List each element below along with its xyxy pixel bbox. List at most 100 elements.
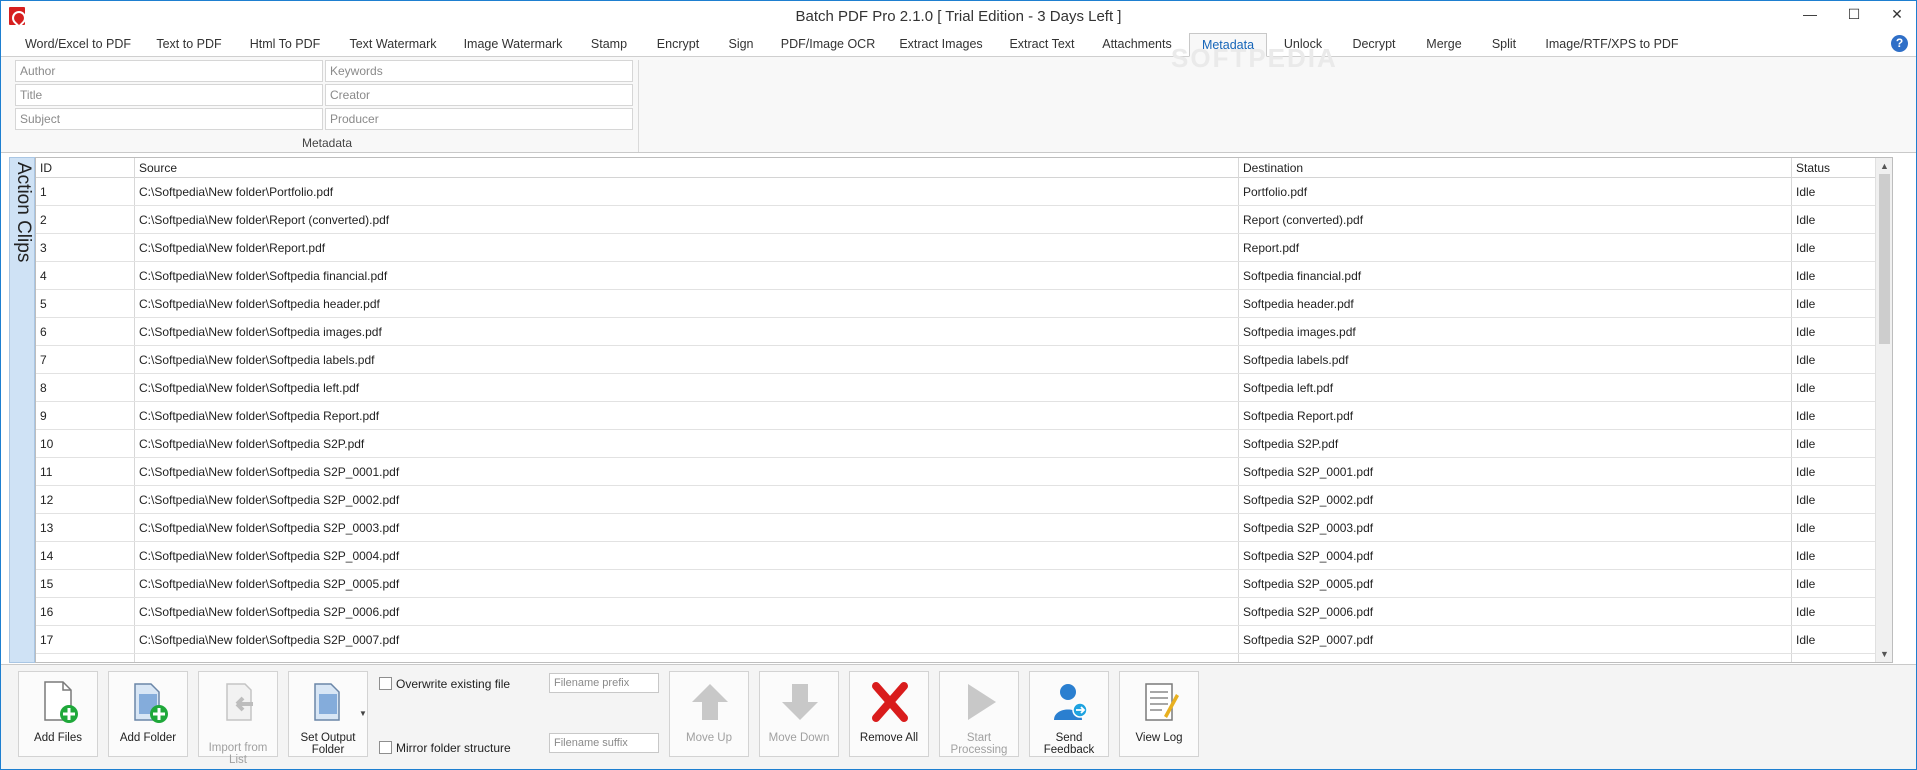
row-destination: Softpedia S2P_0007.pdf — [1243, 633, 1374, 647]
tab-text-watermark[interactable]: Text Watermark — [339, 33, 447, 57]
row-source: C:\Softpedia\New folder\Softpedia header… — [139, 297, 380, 311]
table-scrollbar[interactable]: ▲ ▼ — [1875, 158, 1892, 662]
table-row[interactable]: 1 C:\Softpedia\New folder\Portfolio.pdf Po… — [36, 178, 1892, 206]
import-from-list-button[interactable]: Import from List — [198, 671, 278, 766]
checkbox-box[interactable] — [379, 741, 392, 754]
table-row[interactable]: 4 C:\Softpedia\New folder\Softpedia finan… — [36, 262, 1892, 290]
start-processing-label: Start Processing — [950, 732, 1008, 756]
minimize-button[interactable]: — — [1792, 3, 1828, 25]
row-id: 15 — [40, 577, 54, 591]
overwrite-existing-checkbox[interactable]: Overwrite existing file — [379, 677, 510, 691]
column-header-source[interactable]: Source — [135, 161, 1235, 175]
table-row[interactable]: 14 C:\Softpedia\New folder\Softpedia S2P_… — [36, 542, 1892, 570]
filename-prefix-input[interactable]: Filename prefix — [549, 673, 659, 693]
subject-field[interactable]: Subject — [15, 108, 323, 130]
table-row[interactable]: 3 C:\Softpedia\New folder\Report.pdf Repor… — [36, 234, 1892, 262]
tab-split[interactable]: Split — [1479, 33, 1529, 57]
scroll-up-arrow[interactable]: ▲ — [1876, 158, 1892, 174]
row-id: 1 — [40, 185, 47, 199]
row-id: 13 — [40, 521, 54, 535]
metadata-group: Author Keywords Title Creator Subject Pr… — [15, 60, 639, 152]
add-folder-button[interactable]: Add Folder — [108, 671, 188, 757]
column-header-status[interactable]: Status — [1792, 161, 1872, 175]
table-row[interactable]: 11 C:\Softpedia\New folder\Softpedia S2P_… — [36, 458, 1892, 486]
tab-image-rtf-xps-to-pdf[interactable]: Image/RTF/XPS to PDF — [1537, 33, 1687, 57]
table-row[interactable]: 6 C:\Softpedia\New folder\Softpedia image… — [36, 318, 1892, 346]
output-folder-dropdown-arrow[interactable]: ▼ — [359, 709, 367, 718]
row-source: C:\Softpedia\New folder\Softpedia S2P_00… — [139, 549, 400, 563]
table-row[interactable]: 7 C:\Softpedia\New folder\Softpedia label… — [36, 346, 1892, 374]
start-processing-button[interactable]: Start Processing — [939, 671, 1019, 757]
row-destination: Softpedia S2P.pdf — [1243, 437, 1339, 451]
arrow-down-icon — [782, 684, 818, 720]
action-clips-panel[interactable]: Action Clips — [9, 157, 35, 663]
mirror-folder-checkbox[interactable]: Mirror folder structure — [379, 741, 511, 755]
tab-sign[interactable]: Sign — [717, 33, 765, 57]
tab-stamp[interactable]: Stamp — [579, 33, 639, 57]
tab-word-excel-to-pdf[interactable]: Word/Excel to PDF — [15, 33, 141, 57]
view-log-label: View Log — [1135, 732, 1183, 744]
maximize-button[interactable]: ☐ — [1836, 3, 1872, 25]
table-row[interactable]: 12 C:\Softpedia\New folder\Softpedia S2P_… — [36, 486, 1892, 514]
help-icon[interactable]: ? — [1891, 35, 1908, 52]
table-row[interactable]: 8 C:\Softpedia\New folder\Softpedia left.… — [36, 374, 1892, 402]
filename-suffix-input[interactable]: Filename suffix — [549, 733, 659, 753]
tab-extract-text[interactable]: Extract Text — [999, 33, 1085, 57]
tab-html-to-pdf[interactable]: Html To PDF — [239, 33, 331, 57]
row-id: 2 — [40, 213, 47, 227]
table-row[interactable]: 5 C:\Softpedia\New folder\Softpedia heade… — [36, 290, 1892, 318]
table-row[interactable]: 16 C:\Softpedia\New folder\Softpedia S2P_… — [36, 598, 1892, 626]
producer-field[interactable]: Producer — [325, 108, 633, 130]
table-row[interactable]: 10 C:\Softpedia\New folder\Softpedia S2P.… — [36, 430, 1892, 458]
remove-all-button[interactable]: Remove All — [849, 671, 929, 757]
tab-decrypt[interactable]: Decrypt — [1339, 33, 1409, 57]
close-button[interactable]: ✕ — [1879, 3, 1915, 25]
bottom-toolbar: Add Files Add Folder Import from List Se… — [1, 664, 1916, 769]
title-field[interactable]: Title — [15, 84, 323, 106]
checkbox-box[interactable] — [379, 677, 392, 690]
row-id: 10 — [40, 437, 54, 451]
row-id: 5 — [40, 297, 47, 311]
tab-attachments[interactable]: Attachments — [1093, 33, 1181, 57]
import-list-icon — [226, 683, 253, 721]
row-status: Idle — [1796, 549, 1816, 563]
author-field[interactable]: Author — [15, 60, 323, 82]
add-files-button[interactable]: Add Files — [18, 671, 98, 757]
column-header-destination[interactable]: Destination — [1239, 161, 1787, 175]
table-row[interactable]: 15 C:\Softpedia\New folder\Softpedia S2P_… — [36, 570, 1892, 598]
row-destination: Softpedia S2P_0001.pdf — [1243, 465, 1374, 479]
tab-encrypt[interactable]: Encrypt — [647, 33, 709, 57]
table-row[interactable]: 2 C:\Softpedia\New folder\Report (convert… — [36, 206, 1892, 234]
row-status: Idle — [1796, 185, 1816, 199]
import-from-list-label: Import from List — [208, 742, 268, 766]
column-header-id[interactable]: ID — [36, 161, 134, 175]
table-row[interactable]: 9 C:\Softpedia\New folder\Softpedia Repor… — [36, 402, 1892, 430]
table-row[interactable]: 17 C:\Softpedia\New folder\Softpedia S2P_… — [36, 626, 1892, 654]
move-up-button[interactable]: Move Up — [669, 671, 749, 757]
file-list-table[interactable]: ID Source Destination Status 1 C:\Softped… — [35, 157, 1893, 663]
tab-merge[interactable]: Merge — [1417, 33, 1471, 57]
row-destination: Softpedia S2P_0006.pdf — [1243, 605, 1374, 619]
tab-extract-images[interactable]: Extract Images — [891, 33, 991, 57]
scroll-thumb[interactable] — [1879, 174, 1890, 344]
view-log-button[interactable]: View Log — [1119, 671, 1199, 757]
row-source: C:\Softpedia\New folder\Softpedia labels… — [139, 353, 375, 367]
set-output-folder-button[interactable]: Set Output Folder — [288, 671, 368, 757]
send-feedback-label: Send Feedback — [1043, 732, 1095, 756]
scroll-down-arrow[interactable]: ▼ — [1876, 646, 1892, 662]
move-down-button[interactable]: Move Down — [759, 671, 839, 757]
row-source: C:\Softpedia\New folder\Softpedia images… — [139, 325, 382, 339]
row-status: Idle — [1796, 269, 1816, 283]
tab-image-watermark[interactable]: Image Watermark — [455, 33, 571, 57]
row-id: 3 — [40, 241, 47, 255]
tab-pdf-image-ocr[interactable]: PDF/Image OCR — [773, 33, 883, 57]
row-source: C:\Softpedia\New folder\Softpedia S2P_00… — [139, 605, 400, 619]
creator-field[interactable]: Creator — [325, 84, 633, 106]
row-id: 12 — [40, 493, 54, 507]
window-title: Batch PDF Pro 2.1.0 [ Trial Edition - 3 … — [795, 8, 1122, 25]
keywords-field[interactable]: Keywords — [325, 60, 633, 82]
tab-text-to-pdf[interactable]: Text to PDF — [147, 33, 231, 57]
table-row[interactable]: 13 C:\Softpedia\New folder\Softpedia S2P_… — [36, 514, 1892, 542]
send-feedback-button[interactable]: Send Feedback — [1029, 671, 1109, 757]
row-destination: Softpedia Report.pdf — [1243, 409, 1354, 423]
